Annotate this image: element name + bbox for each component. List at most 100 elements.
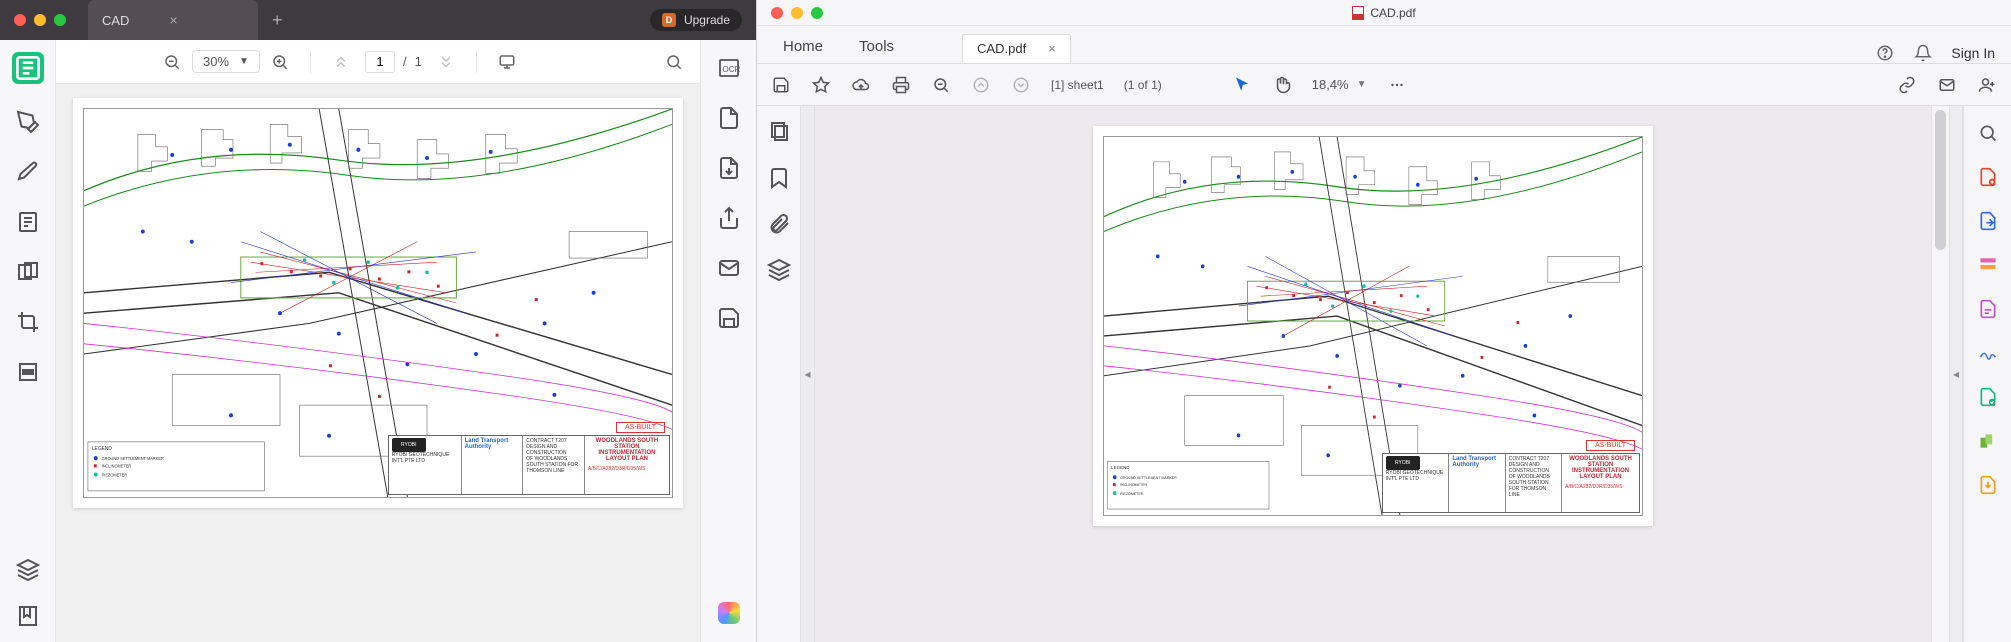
help-icon[interactable] <box>1875 43 1895 63</box>
minimize-window-icon[interactable] <box>34 14 46 26</box>
upgrade-button[interactable]: D Upgrade <box>650 9 742 31</box>
redact-icon[interactable] <box>16 360 40 384</box>
vertical-scrollbar[interactable] <box>1931 106 1949 642</box>
presentation-button[interactable] <box>497 52 517 72</box>
attachments-icon[interactable] <box>767 212 791 236</box>
svg-text:GROUND SETTLEMENT MARKER: GROUND SETTLEMENT MARKER <box>1120 476 1177 480</box>
traffic-lights <box>14 14 66 26</box>
nav-pane-rail <box>757 106 801 642</box>
search-tool-icon[interactable] <box>1977 122 1999 144</box>
star-button[interactable] <box>811 75 831 95</box>
page-up-button[interactable] <box>971 75 991 95</box>
chevron-down-icon: ▼ <box>1357 79 1367 90</box>
next-page-button[interactable] <box>436 52 456 72</box>
menu-home[interactable]: Home <box>765 30 841 63</box>
share-icon[interactable] <box>717 206 741 230</box>
edit-icon[interactable] <box>16 160 40 184</box>
drawing-title-2: INSTRUMENTATION LAYOUT PLAN <box>1565 468 1636 480</box>
cad-drawing: LEGEND GROUND SETTLEMENT MARKER INCLINOM… <box>1103 136 1643 516</box>
organize-pages-icon[interactable] <box>16 260 40 284</box>
reader-mode-icon[interactable] <box>12 52 44 84</box>
save-button[interactable] <box>771 75 791 95</box>
layers-icon[interactable] <box>16 558 40 582</box>
svg-text:INCLINOMETER: INCLINOMETER <box>102 463 132 468</box>
acrobat-window: CAD.pdf Home Tools CAD.pdf × Sign In <box>756 0 2011 642</box>
sign-in-button[interactable]: Sign In <box>1951 45 1995 61</box>
svg-text:PIEZOMETER: PIEZOMETER <box>1120 492 1143 496</box>
svg-text:GROUND SETTLEMENT MARKER: GROUND SETTLEMENT MARKER <box>102 456 164 461</box>
close-tab-icon[interactable]: × <box>1048 41 1056 56</box>
right-document-area[interactable]: LEGEND GROUND SETTLEMENT MARKER INCLINOM… <box>815 106 1931 642</box>
document-tab[interactable]: CAD.pdf × <box>962 34 1071 63</box>
updf-window: CAD × + D Upgrade <box>0 0 756 642</box>
selection-tool-button[interactable] <box>1232 75 1252 95</box>
annotate-icon[interactable] <box>16 110 40 134</box>
drawing-number: A/B/C/A282/D3R/D35/WS <box>1565 484 1636 490</box>
authority-label: Land Transport Authority <box>1452 456 1501 468</box>
notifications-icon[interactable] <box>1913 43 1933 63</box>
email-icon[interactable] <box>717 256 741 280</box>
import-icon[interactable] <box>717 156 741 180</box>
email-share-button[interactable] <box>1937 75 1957 95</box>
bookmark-icon[interactable] <box>767 166 791 190</box>
page-current-input[interactable] <box>365 51 395 73</box>
close-tab-icon[interactable]: × <box>169 12 177 28</box>
page-info: (1 of 1) <box>1124 78 1162 92</box>
export-icon[interactable] <box>717 106 741 130</box>
layers-nav-icon[interactable] <box>767 258 791 282</box>
cloud-upload-button[interactable] <box>851 75 871 95</box>
organize-icon[interactable] <box>1977 386 1999 408</box>
document-tab[interactable]: CAD × <box>88 0 258 40</box>
zoom-out-button[interactable] <box>162 52 182 72</box>
comment-icon[interactable] <box>1977 298 1999 320</box>
sign-icon[interactable] <box>1977 342 1999 364</box>
zoom-in-button[interactable] <box>270 52 290 72</box>
menu-tools[interactable]: Tools <box>841 30 912 63</box>
zoom-control[interactable]: 18,4% ▼ <box>1312 77 1367 92</box>
fullscreen-window-icon[interactable] <box>54 14 66 26</box>
as-built-stamp: AS-BUILT <box>616 422 665 433</box>
export-pdf-icon[interactable] <box>1977 210 1999 232</box>
upgrade-badge-icon: D <box>662 13 676 27</box>
window-title-text: CAD.pdf <box>1370 6 1415 20</box>
prev-page-button[interactable] <box>331 52 351 72</box>
zoom-out-button[interactable] <box>931 75 951 95</box>
create-pdf-icon[interactable] <box>1977 166 1999 188</box>
as-built-stamp: AS-BUILT <box>1586 440 1635 451</box>
left-document-area[interactable]: LEGEND GROUND SETTLEMENT MARKER INCLINOM… <box>56 84 700 642</box>
title-block: AS-BUILT RYOBI RYOBI GEOTECHNIQUE INT'L … <box>1382 453 1640 513</box>
zoom-value: 18,4% <box>1312 77 1349 92</box>
page-navigator: / 1 <box>365 51 422 73</box>
collapse-left-handle[interactable]: ◂ <box>801 106 815 642</box>
search-button[interactable] <box>664 52 684 72</box>
ocr-icon[interactable]: OCR <box>717 56 741 80</box>
chevron-down-icon: ▼ <box>239 56 249 67</box>
save-icon[interactable] <box>717 306 741 330</box>
edit-pdf-icon[interactable] <box>1977 254 1999 276</box>
more-tools-button[interactable] <box>1387 75 1407 95</box>
color-wheel-icon[interactable] <box>718 602 740 624</box>
zoom-select[interactable]: 30% ▼ <box>192 50 260 73</box>
svg-text:LEGEND: LEGEND <box>1111 465 1130 471</box>
print-button[interactable] <box>891 75 911 95</box>
form-icon[interactable] <box>16 210 40 234</box>
crop-icon[interactable] <box>16 310 40 334</box>
tools-rail <box>1963 106 2011 642</box>
scrollbar-thumb[interactable] <box>1935 110 1946 250</box>
compress-icon[interactable] <box>1977 474 1999 496</box>
close-window-icon[interactable] <box>14 14 26 26</box>
left-sidebar <box>0 40 56 642</box>
combine-icon[interactable] <box>1977 430 1999 452</box>
collapse-right-handle[interactable]: ◂ <box>1949 106 1963 642</box>
add-person-button[interactable] <box>1977 75 1997 95</box>
hand-tool-button[interactable] <box>1272 75 1292 95</box>
link-share-button[interactable] <box>1897 75 1917 95</box>
pdf-file-icon <box>1352 6 1364 20</box>
page-separator: / <box>403 54 407 69</box>
bookmark-panel-icon[interactable] <box>16 604 40 628</box>
add-tab-button[interactable]: + <box>272 10 283 31</box>
tab-title: CAD <box>102 13 129 28</box>
thumbnails-icon[interactable] <box>767 120 791 144</box>
page-down-button[interactable] <box>1011 75 1031 95</box>
left-main: 30% ▼ / 1 <box>56 40 700 642</box>
